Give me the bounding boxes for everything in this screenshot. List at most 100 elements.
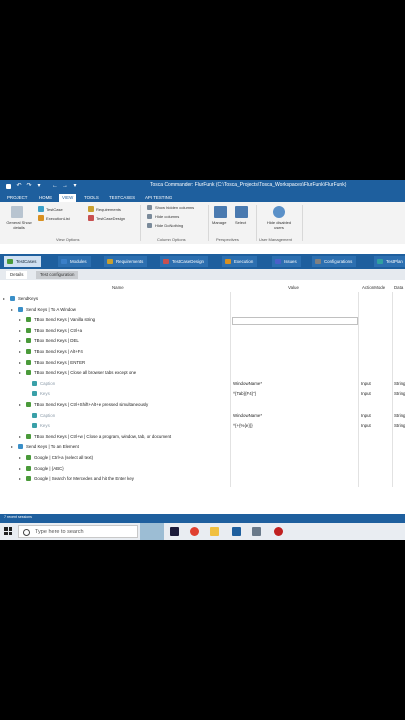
requirements-icon [88,206,94,212]
customize-icon[interactable]: ▾ [72,183,78,190]
app-icon[interactable] [274,527,283,536]
hide-columns-button[interactable]: Hide columns [155,214,179,219]
back-icon[interactable]: ← [52,183,58,190]
subtab-test-configuration[interactable]: Test configuration [36,271,79,279]
tree-row[interactable]: ▸ TBox Send Keys | Close all browser tabs… [0,368,405,378]
task-view-thumbnail[interactable] [140,523,164,540]
ribbon-separator [256,205,257,241]
tree-row-datatype[interactable]: String [394,390,405,398]
column-header-data[interactable]: Data [394,285,403,290]
tree-row[interactable]: ▸ TBox Send Keys | DEL [0,336,405,346]
column-header-value[interactable]: Value [288,285,299,290]
redo-icon[interactable]: ↷ [26,183,32,190]
tab-tools[interactable]: TOOLS [81,194,102,202]
tree-row[interactable]: ▸ Google | Search for Mercedes and hit th… [0,474,405,484]
manage-button[interactable]: Manage [212,220,226,225]
expand-toggle-icon[interactable]: ▸ [19,318,21,322]
tree-row[interactable]: Keys ^{+{%{e}}} Input String [0,421,405,431]
issues-icon [275,259,281,264]
tosca-icon[interactable] [232,527,241,536]
expand-toggle-icon[interactable]: ▸ [19,403,21,407]
dropdown-icon[interactable]: ▾ [36,183,42,190]
tree-row[interactable]: ▸ TBox Send Keys | ENTER [0,358,405,368]
doc-tab-modules[interactable]: Modules [58,256,91,267]
tree-row[interactable]: ▸ Send Keys | To A Window [0,305,405,315]
tree-row-value[interactable]: ^{Tab}{F4}"} [233,390,256,398]
chrome-icon[interactable] [190,527,199,536]
expand-toggle-icon[interactable]: ▸ [19,456,21,460]
testcasedesign-button[interactable]: TestCaseDesign [96,216,125,221]
select-button[interactable]: Select [235,220,246,225]
tab-view[interactable]: VIEW [59,194,77,202]
expand-toggle-icon[interactable]: ▸ [19,360,21,365]
show-hidden-columns-button[interactable]: Show hidden columns [155,205,194,210]
users-icon [273,206,285,218]
testplan-icon [377,259,383,264]
tree-row-actionmode[interactable]: Input [361,380,371,388]
expand-toggle-icon[interactable]: ▸ [19,466,21,471]
expand-toggle-icon[interactable]: ▸ [19,350,21,354]
tree-row-value[interactable]: WindowName* [233,412,262,420]
expand-toggle-icon[interactable]: ▸ [19,434,21,439]
doc-tab-testcases[interactable]: TestCases [4,256,41,267]
tree-row[interactable]: ▸ SendKeys [0,294,405,304]
executionlist-button[interactable]: ExecutionList [46,216,70,221]
general-show-details-button[interactable]: General Show details [3,220,35,230]
expand-toggle-icon[interactable]: ▸ [11,445,13,449]
app-icon[interactable] [252,527,261,536]
tree-row-datatype[interactable]: String [394,422,405,430]
tree-row[interactable]: Caption WindowName* Input String [0,411,405,421]
tree-row[interactable]: ▸ Send Keys | To an Element [0,442,405,452]
expand-toggle-icon[interactable]: ▸ [11,307,13,312]
tree-row[interactable]: ▸ Google | {ABC} [0,464,405,474]
expand-toggle-icon[interactable]: ▸ [19,371,21,375]
tree-row-value[interactable]: WindowName* [233,380,262,388]
tree-row-actionmode[interactable]: Input [361,390,371,398]
tree-row-actionmode[interactable]: Input [361,422,371,430]
requirements-button[interactable]: Requirements [96,207,121,212]
tab-testcases[interactable]: TESTCASES [106,194,138,202]
forward-icon[interactable]: → [62,183,68,190]
expand-toggle-icon[interactable]: ▸ [19,328,21,333]
tab-home[interactable]: HOME [36,194,55,202]
tree-row[interactable]: Keys ^{Tab}{F4}"} Input String [0,389,405,399]
testcase-button[interactable]: TestCase [46,207,63,212]
tree-row[interactable]: ▸ TBox Send Keys | Ctrl+w | Close a progr… [0,432,405,442]
tree-row-actionmode[interactable]: Input [361,412,371,420]
windows-start-icon[interactable] [4,527,12,535]
expand-toggle-icon[interactable]: ▸ [3,297,5,301]
taskbar-search-box[interactable]: Type here to search [18,525,138,538]
file-explorer-icon[interactable] [210,527,219,536]
tree-row-name: TBox Send Keys | ENTER [34,359,86,365]
doc-tab-requirements[interactable]: Requirements [104,256,148,267]
doc-tab-testplan[interactable]: TestPlan [374,256,405,267]
tab-api-testing[interactable]: API TESTING [142,194,175,202]
column-header-name[interactable]: Name [112,285,124,290]
subtab-details[interactable]: Details [6,271,28,279]
doc-tab-issues[interactable]: Issues [272,256,301,267]
tree-row[interactable]: ▸ TBox Send Keys | Alt+F4 [0,347,405,357]
testcase-icon [38,206,44,212]
undo-icon[interactable]: ↶ [16,183,22,190]
app-icon[interactable] [170,527,179,536]
tree-row[interactable]: Caption WindowName* Input String [0,379,405,389]
tree-row-datatype[interactable]: String [394,412,405,420]
tree-row-datatype[interactable]: String [394,380,405,388]
tree-row-value[interactable]: ^{+{%{e}}} [233,422,253,430]
tree-row[interactable]: ▸ Google | Ctrl+a (select all text) [0,453,405,463]
expand-toggle-icon[interactable]: ▸ [19,477,21,481]
hide-donothing-button[interactable]: Hide DoNothing [155,223,183,228]
doc-tab-testcasedesign[interactable]: TestCaseDesign [160,256,208,267]
doc-tab-execution[interactable]: Execution [222,256,258,267]
tree-row[interactable]: ▸ TBox Send Keys | Vanilla string [0,315,405,325]
tree-row[interactable]: ▸ TBox Send Keys | Ctrl+Shift+Alt+e press… [0,400,405,410]
tab-project[interactable]: PROJECT [4,194,31,202]
configurations-icon [315,259,321,264]
doc-tab-configurations[interactable]: Configurations [312,256,357,267]
hide-disabled-users-button[interactable]: Hide disabled users [262,220,296,230]
tree-row[interactable]: ▸ TBox Send Keys | Ctrl+a [0,326,405,336]
testcase-icon [26,455,31,460]
expand-toggle-icon[interactable]: ▸ [19,339,21,343]
tree-row-name: Caption [40,412,56,418]
column-header-actionmode[interactable]: ActionMode [362,285,385,290]
